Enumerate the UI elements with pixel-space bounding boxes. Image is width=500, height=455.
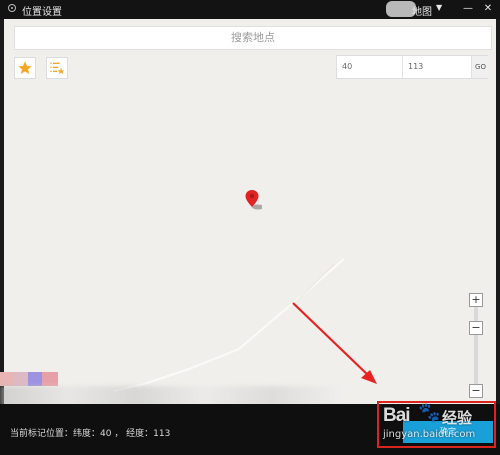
minimize-button[interactable]: — (460, 1, 476, 17)
zoom-slider[interactable] (474, 295, 478, 395)
zoom-out-button[interactable]: − (469, 384, 483, 398)
zoom-in-button[interactable]: + (469, 293, 483, 307)
zoom-slider-handle[interactable]: − (469, 321, 483, 335)
map-layer-dropdown[interactable]: 地图 (412, 3, 432, 18)
annotation-box (377, 401, 496, 448)
coordinate-input-group: 40 113 GO (336, 55, 489, 79)
blurred-swatch (42, 372, 58, 386)
close-button[interactable]: ✕ (480, 1, 496, 17)
map-pin-icon[interactable] (244, 189, 262, 211)
favorites-button[interactable] (14, 57, 36, 79)
favorites-list-button[interactable] (46, 57, 68, 79)
marker-position-text: 当前标记位置：纬度：40 ， 经度：113 (10, 429, 171, 439)
star-icon (18, 61, 32, 74)
window-title: 位置设置 (22, 7, 62, 18)
longitude-input[interactable]: 113 (403, 56, 469, 78)
map-canvas[interactable]: 搜索地点 40 113 GO + − − (4, 19, 496, 404)
app-icon (8, 4, 16, 12)
chevron-down-icon[interactable]: ▼ (436, 3, 442, 12)
list-star-icon (50, 62, 65, 75)
title-bar: 位置设置 地图 ▼ — ✕ (0, 0, 500, 19)
latitude-input[interactable]: 40 (337, 56, 403, 78)
search-input[interactable]: 搜索地点 (14, 26, 492, 50)
go-button[interactable]: GO (471, 56, 489, 78)
